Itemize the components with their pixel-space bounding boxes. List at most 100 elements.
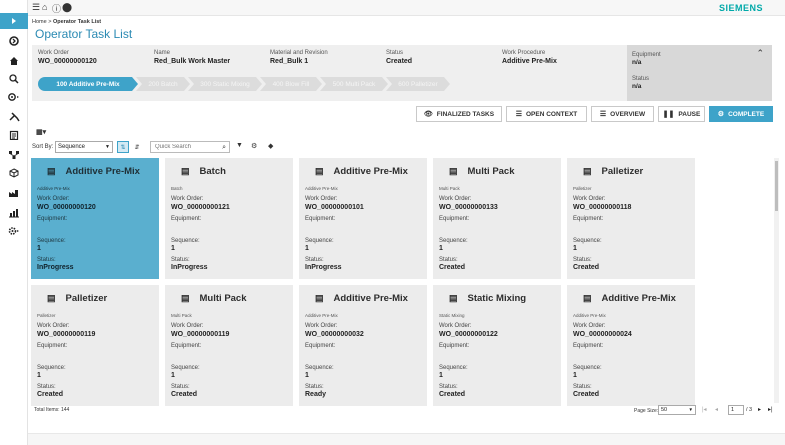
step-100[interactable]: 100 Additive Pre-Mix <box>38 77 138 91</box>
page-size-value: 50 <box>661 407 668 413</box>
work-order-label: Work Order: <box>573 323 606 329</box>
step-400[interactable]: 400 Blow Fill <box>260 77 322 91</box>
pause-icon: ❚❚ <box>662 111 675 118</box>
home-icon[interactable] <box>0 30 28 52</box>
sequence-label: Sequence: <box>439 365 468 371</box>
sequence-label: Sequence: <box>439 238 468 244</box>
step-200[interactable]: 200 Batch <box>136 77 190 91</box>
first-page-icon[interactable]: |◂ <box>702 406 707 413</box>
complete-button[interactable]: ⚙ COMPLETE <box>709 106 773 122</box>
sort-select[interactable]: Sequence ▼ <box>55 141 113 153</box>
gear-icon[interactable] <box>0 220 28 242</box>
work-order-label: Work Order: <box>37 196 70 202</box>
work-order-value: WO_00000000032 <box>305 331 364 338</box>
search-icon[interactable]: ⌕ <box>222 143 226 153</box>
equipment-label: Equipment: <box>305 216 336 222</box>
filter-icon[interactable]: ▼ <box>236 142 243 149</box>
last-page-icon[interactable]: ▸| <box>768 406 773 413</box>
page-size-select[interactable]: 50 ▼ <box>658 405 696 415</box>
previous-page-icon[interactable]: ◂ <box>715 406 718 413</box>
finalized-tasks-button[interactable]: 👁 FINALIZED TASKS <box>416 106 502 122</box>
step-300[interactable]: 300 Static Mixing <box>188 77 262 91</box>
work-order-value: WO_00000000101 <box>305 204 364 211</box>
chevron-up-icon[interactable]: ⌃ <box>756 48 764 59</box>
header-equipment: Equipment n/a <box>632 52 661 66</box>
scrollbar[interactable] <box>774 158 779 403</box>
overview-button[interactable]: ☰ OVERVIEW <box>591 106 654 122</box>
open-context-button[interactable]: ☰ OPEN CONTEXT <box>506 106 587 122</box>
search-input[interactable] <box>155 144 217 150</box>
sort-ascending-button[interactable]: ⇅ <box>117 141 129 153</box>
breadcrumb-home[interactable]: Home <box>32 19 47 25</box>
scrollbar-thumb[interactable] <box>775 161 778 211</box>
sequence-value: 1 <box>573 372 577 379</box>
task-card[interactable]: ▤ Static Mixing Static Mixing Work Order: WO… <box>433 285 561 406</box>
card-subtitle: Static Mixing <box>439 313 465 318</box>
clipboard-icon[interactable] <box>0 124 28 146</box>
page-total: / 3 <box>746 407 753 413</box>
breadcrumb-current: Operator Task List <box>52 19 102 25</box>
menu-icon[interactable]: ☰ <box>32 2 40 13</box>
info-icon[interactable]: ⓘ <box>52 2 61 15</box>
task-card[interactable]: ▤ Additive Pre-Mix Additive Pre-Mix Work Or… <box>567 285 695 406</box>
sequence-label: Sequence: <box>37 365 66 371</box>
work-order-value: WO_00000000119 <box>171 331 230 338</box>
header-label: Status <box>632 76 650 82</box>
card-subtitle: Additive Pre-Mix <box>305 186 338 191</box>
card-subtitle: Additive Pre-Mix <box>37 186 70 191</box>
header-value: Additive Pre-Mix <box>502 58 557 65</box>
status-value: Created <box>439 264 466 271</box>
step-500[interactable]: 500 Multi Pack <box>320 77 388 91</box>
task-card[interactable]: ▤ Palletizer Palletizer Work Order: WO_00000… <box>567 158 695 279</box>
task-card[interactable]: ▤ Multi Pack Multi Pack Work Order: WO_00000… <box>165 285 293 406</box>
status-label: Status: <box>439 257 458 263</box>
tag-icon[interactable]: ⬤ <box>62 2 72 13</box>
task-card[interactable]: ▤ Palletizer Palletizer Work Order: WO_00000… <box>31 285 159 406</box>
card-title: ▤ Batch <box>181 166 226 177</box>
grid-view-icon[interactable]: ▦▾ <box>36 128 46 136</box>
settings-icon[interactable]: ⚙ <box>251 142 257 150</box>
list-icon: ☰ <box>515 111 522 118</box>
status-value: Ready <box>305 391 327 398</box>
factory-icon[interactable] <box>0 182 28 204</box>
equipment-label: Equipment: <box>439 216 470 222</box>
task-list-icon: ▤ <box>47 293 56 303</box>
sequence-label: Sequence: <box>573 238 602 244</box>
card-title: ▤ Multi Pack <box>449 166 515 177</box>
work-order-label: Work Order: <box>171 323 204 329</box>
header-label: Name <box>154 50 171 56</box>
equipment-label: Equipment: <box>573 343 604 349</box>
tag-icon[interactable]: ◆ <box>268 142 273 150</box>
cube-icon[interactable] <box>0 162 28 184</box>
task-card[interactable]: ▤ Additive Pre-Mix Additive Pre-Mix Work Or… <box>299 158 427 279</box>
sort-descending-button[interactable]: ⇵ <box>131 141 143 153</box>
button-label: FINALIZED TASKS <box>436 110 495 118</box>
button-label: COMPLETE <box>728 110 765 118</box>
header-label: Material and Revision <box>270 50 328 56</box>
step-600[interactable]: 600 Palletizer <box>386 77 450 91</box>
caret-down-icon: ▼ <box>688 407 693 412</box>
settings-icon[interactable] <box>0 86 28 108</box>
next-page-icon[interactable]: ▸ <box>758 406 761 413</box>
sequence-label: Sequence: <box>171 238 200 244</box>
sequence-value: 1 <box>37 372 41 379</box>
status-value: InProgress <box>37 264 74 271</box>
equipment-label: Equipment: <box>305 343 336 349</box>
task-list-icon: ▤ <box>583 293 592 303</box>
card-title: ▤ Palletizer <box>583 166 643 177</box>
expand-icon[interactable] <box>0 13 28 29</box>
task-list-icon: ▤ <box>449 293 458 303</box>
button-label: OVERVIEW <box>610 110 646 118</box>
task-card[interactable]: ▤ Additive Pre-Mix Additive Pre-Mix Work Or… <box>299 285 427 406</box>
status-label: Status: <box>37 384 56 390</box>
task-card[interactable]: ▤ Additive Pre-Mix Additive Pre-Mix Work Or… <box>31 158 159 279</box>
status-label: Status: <box>305 257 324 263</box>
task-list-icon: ▤ <box>47 166 56 176</box>
sequence-value: 1 <box>439 245 443 252</box>
pause-button[interactable]: ❚❚ PAUSE <box>658 106 705 122</box>
work-order-value: WO_00000000121 <box>171 204 230 211</box>
task-card[interactable]: ▤ Batch Batch Work Order: WO_00000000121 Equi… <box>165 158 293 279</box>
home-icon[interactable]: ⌂ <box>42 2 47 12</box>
page-input[interactable]: 1 <box>728 405 744 415</box>
task-card[interactable]: ▤ Multi Pack Multi Pack Work Order: WO_00000… <box>433 158 561 279</box>
